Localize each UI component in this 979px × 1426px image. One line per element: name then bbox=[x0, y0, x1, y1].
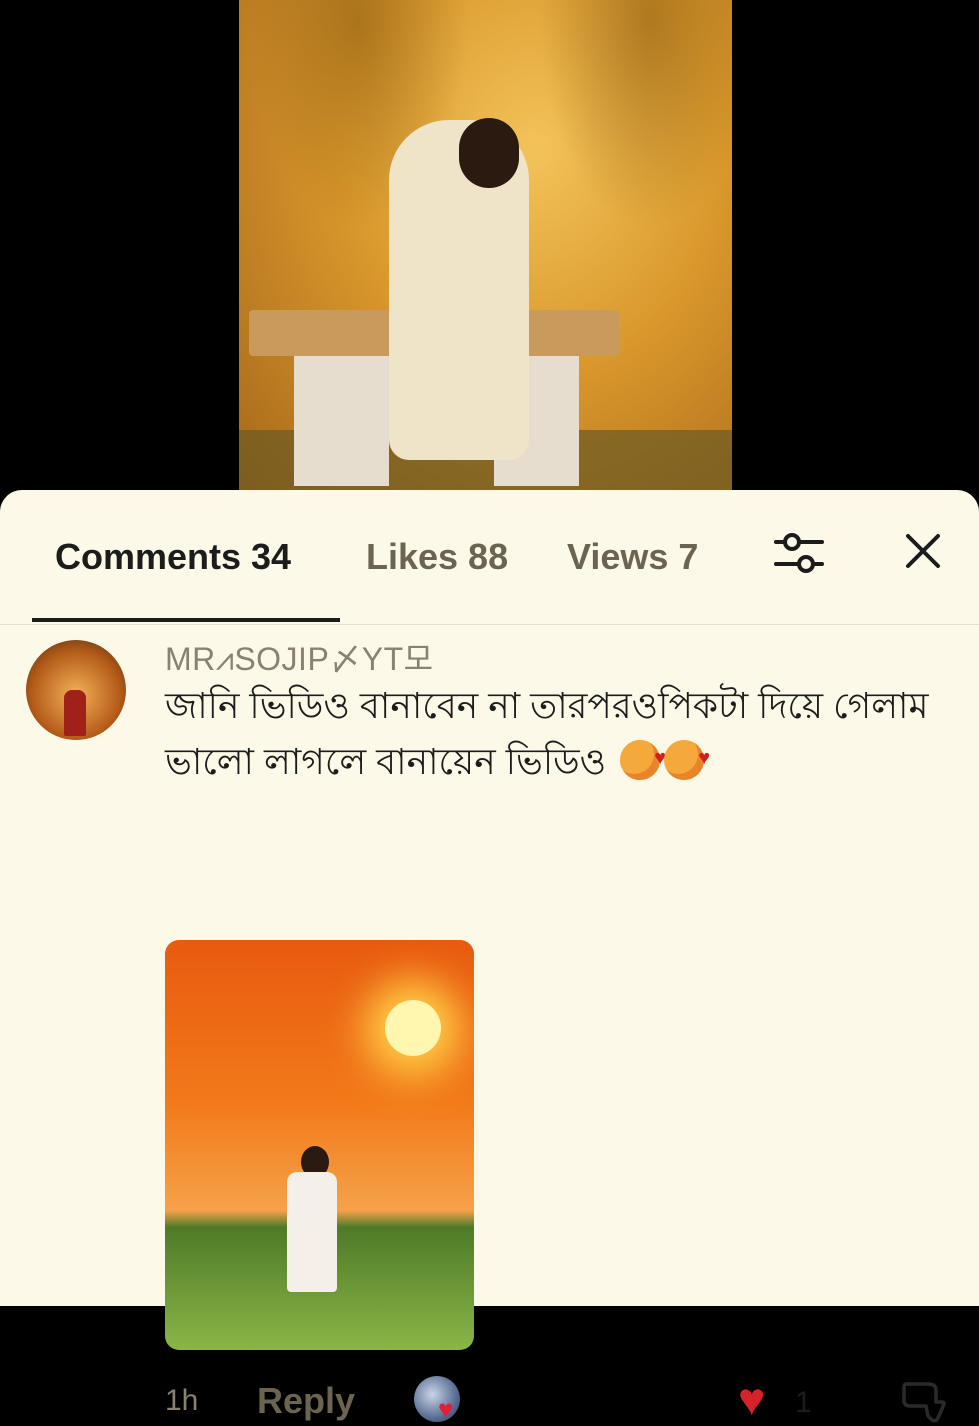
comments-sheet: Comments 34 Likes 88 Views 7 MR⩘SOJIP〆YT… bbox=[0, 490, 979, 1424]
comment-author[interactable]: MR⩘SOJIP〆YT모 bbox=[165, 634, 434, 680]
thumbs-down-icon[interactable] bbox=[898, 1376, 948, 1426]
comment-text: জানি ভিডিও বানাবেন না তারপরওপিকটা দিয়ে … bbox=[165, 685, 929, 782]
comment-time: 1h bbox=[165, 1384, 199, 1417]
tab-likes[interactable]: Likes 88 bbox=[366, 536, 508, 578]
avatar[interactable] bbox=[26, 640, 126, 740]
smiling-face-with-hearts-emoji bbox=[664, 730, 710, 786]
tab-views[interactable]: Views 7 bbox=[567, 536, 698, 578]
heart-icon[interactable]: ♥ bbox=[738, 1376, 765, 1422]
smiling-face-with-hearts-emoji bbox=[620, 730, 666, 786]
video-thumbnail bbox=[239, 0, 732, 500]
avatar-person bbox=[64, 690, 86, 736]
video-player[interactable] bbox=[0, 0, 979, 500]
reply-button[interactable]: Reply bbox=[257, 1380, 355, 1422]
close-icon[interactable] bbox=[904, 532, 942, 570]
comment-text-block: জানি ভিডিও বানাবেন না তারপরওপিকটা দিয়ে … bbox=[165, 678, 955, 790]
boy-figure bbox=[287, 1172, 337, 1292]
palm-tree-right bbox=[539, 0, 732, 230]
creator-heart-icon: ♥ bbox=[438, 1394, 454, 1424]
comment-attached-photo[interactable] bbox=[165, 940, 474, 1350]
tab-comments[interactable]: Comments 34 bbox=[55, 536, 291, 578]
tab-bar: Comments 34 Likes 88 Views 7 bbox=[0, 490, 979, 625]
sun bbox=[385, 1000, 441, 1056]
bench-leg-left bbox=[294, 356, 389, 486]
sliders-icon[interactable] bbox=[772, 530, 826, 576]
like-count: 1 bbox=[795, 1386, 812, 1419]
person-head bbox=[459, 118, 519, 188]
active-tab-indicator bbox=[32, 618, 340, 622]
comment-footer: 1h Reply ♥ ♥ 1 bbox=[0, 1376, 979, 1426]
